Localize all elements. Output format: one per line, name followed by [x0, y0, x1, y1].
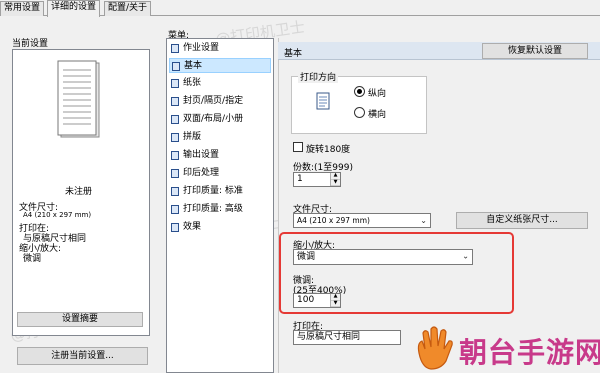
menu-item-quality-advanced[interactable]: 打印质量: 高级 — [169, 202, 271, 217]
current-settings-title: 当前设置 — [12, 39, 49, 49]
imposition-icon — [171, 133, 179, 142]
file-size-select[interactable]: A4 (210 x 297 mm) ⌄ — [293, 213, 431, 228]
unregistered-label: 未注册 — [65, 187, 93, 197]
menu-item-basic[interactable]: 基本 — [169, 58, 271, 73]
menu-item-imposition[interactable]: 拼版 — [169, 130, 271, 145]
chevron-down-icon: ⌄ — [420, 215, 427, 225]
hand-icon — [417, 326, 453, 370]
brand-logo: 朝台手游网 — [405, 322, 600, 373]
landscape-label: 横向 — [368, 110, 387, 120]
orientation-group — [291, 76, 427, 134]
page-preview-icon — [57, 60, 100, 138]
menu-item-paper[interactable]: 纸张 — [169, 76, 271, 91]
cover-icon — [171, 97, 179, 106]
rotate-180-label: 旋转180度 — [306, 145, 351, 155]
tab-common-settings[interactable]: 常用设置 — [0, 1, 45, 16]
section-title: 基本 — [284, 49, 303, 59]
info-file-size-value: A4 (210 x 297 mm) — [23, 211, 92, 219]
job-settings-icon — [171, 44, 179, 53]
portrait-page-icon — [316, 92, 330, 110]
tab-config-about[interactable]: 配置/关于 — [104, 1, 152, 16]
menu-item-job-settings[interactable]: 作业设置 — [169, 41, 271, 56]
menu-item-output-settings[interactable]: 输出设置 — [169, 148, 271, 163]
brand-text: 朝台手游网 — [459, 336, 600, 369]
effects-icon — [171, 223, 179, 232]
finishing-icon — [171, 169, 179, 178]
menu-item-duplex-layout[interactable]: 双面/布局/小册 — [169, 112, 271, 127]
settings-summary-button[interactable]: 设置摘要 — [17, 312, 143, 327]
copies-input[interactable]: 1 ▲ ▼ — [293, 172, 341, 187]
portrait-radio[interactable] — [354, 86, 365, 97]
quality-advanced-icon — [171, 205, 179, 214]
menu-item-quality-standard[interactable]: 打印质量: 标准 — [169, 184, 271, 199]
restore-defaults-button[interactable]: 恢复默认设置 — [482, 43, 588, 59]
menu-list: 作业设置 基本 纸张 封页/隔页/指定 双面/布局/小册 拼版 输出设置 印后处… — [166, 38, 274, 373]
custom-paper-size-button[interactable]: 自定义纸张尺寸... — [456, 212, 588, 229]
portrait-label: 纵向 — [368, 89, 387, 99]
output-icon — [171, 151, 179, 160]
paper-icon — [171, 79, 179, 88]
duplex-icon — [171, 115, 179, 124]
basic-icon — [172, 62, 180, 71]
register-settings-button[interactable]: 注册当前设置... — [17, 347, 148, 365]
current-settings-panel: 未注册 文件尺寸: A4 (210 x 297 mm) 打印在: 与原稿尺寸相同… — [12, 49, 150, 336]
info-zoom-value: 微调 — [23, 254, 42, 264]
fine-adjust-input[interactable]: 100 ▲ ▼ — [293, 293, 341, 308]
chevron-down-icon: ⌄ — [462, 251, 469, 261]
copies-spinner[interactable]: ▲ ▼ — [330, 173, 340, 186]
fine-adjust-spinner[interactable]: ▲ ▼ — [330, 294, 340, 307]
menu-item-effects[interactable]: 效果 — [169, 220, 271, 235]
quality-standard-icon — [171, 187, 179, 196]
orientation-title: 打印方向 — [298, 70, 339, 83]
tab-bar: 常用设置 详细的设置 配置/关于 — [0, 0, 600, 17]
menu-item-finishing[interactable]: 印后处理 — [169, 166, 271, 181]
rotate-180-checkbox[interactable] — [293, 142, 303, 152]
zoom-select[interactable]: 微调 ⌄ — [293, 249, 473, 265]
landscape-radio[interactable] — [354, 107, 365, 118]
tab-detailed-settings[interactable]: 详细的设置 — [47, 0, 101, 17]
menu-item-cover-insert[interactable]: 封页/隔页/指定 — [169, 94, 271, 109]
print-on-select[interactable]: 与原稿尺寸相同 — [293, 330, 401, 345]
